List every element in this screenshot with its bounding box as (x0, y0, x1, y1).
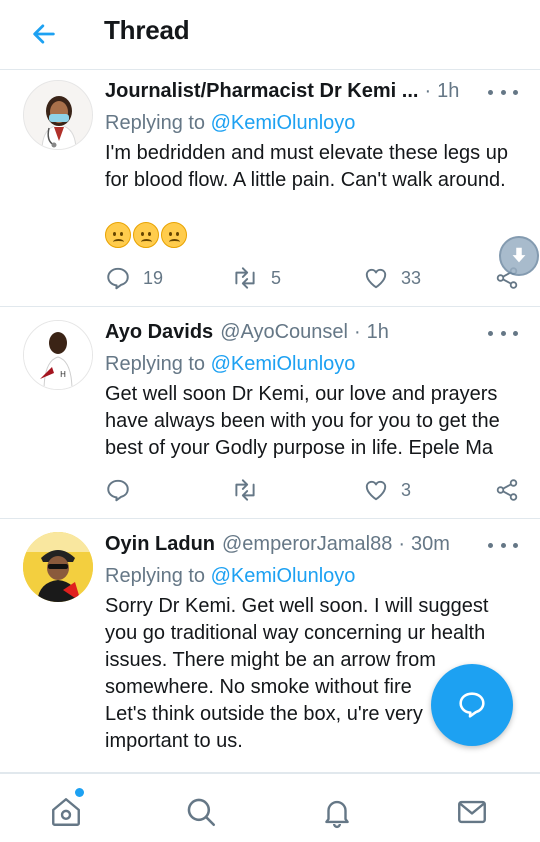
tweet-time[interactable]: 1h (367, 321, 389, 344)
replying-to-label: Replying to (105, 353, 206, 375)
tweet-header: Journalist/Pharmacist Dr Kemi ... · 1h (105, 78, 520, 104)
reply-icon (107, 267, 129, 290)
retweet-count: 5 (271, 267, 282, 288)
nav-search[interactable] (183, 794, 219, 830)
separator-dot: · (398, 532, 406, 555)
arrow-left-icon (33, 24, 55, 44)
page-title: Thread (104, 15, 190, 45)
more-icon-dot (488, 330, 493, 336)
top-bar: Thread (0, 0, 540, 70)
more-icon-dot (500, 89, 506, 95)
avatar[interactable]: H (23, 320, 93, 390)
like-button[interactable]: 33 (363, 263, 421, 293)
author-handle[interactable]: @AyoCounsel (220, 321, 348, 344)
frowning-face-icon (133, 222, 159, 248)
mention-link[interactable]: @KemiOlunloyo (211, 353, 356, 375)
svg-text:H: H (60, 370, 66, 379)
author-name[interactable]: Journalist/Pharmacist Dr Kemi ... (105, 80, 418, 103)
mention-link[interactable]: @KemiOlunloyo (211, 565, 356, 587)
author-name[interactable]: Ayo Davids (105, 321, 213, 344)
replying-to: Replying to @KemiOlunloyo (105, 112, 355, 135)
reply-button[interactable] (105, 475, 131, 505)
person-avatar-icon: H (24, 321, 92, 389)
download-icon (512, 247, 526, 263)
more-icon-dot (488, 542, 493, 548)
more-icon-dot (513, 89, 518, 95)
more-button[interactable] (488, 535, 518, 555)
frowning-face-icon (161, 222, 187, 248)
tweet-header: Ayo Davids @AyoCounsel · 1h (105, 319, 520, 345)
avatar[interactable] (23, 532, 93, 602)
reply-icon (107, 479, 129, 502)
retweet-icon (235, 479, 255, 501)
more-icon-dot (513, 542, 518, 548)
tweet-text: Get well soon Dr Kemi, our love and pray… (105, 383, 500, 459)
nav-notifications[interactable] (319, 794, 355, 830)
compose-reply-button[interactable] (431, 664, 513, 746)
tweet-text-line: you go traditional way concerning ur hea… (105, 622, 486, 644)
replying-to-label: Replying to (105, 565, 206, 587)
more-button[interactable] (488, 323, 518, 343)
share-icon (496, 479, 518, 501)
separator-dot: · (353, 320, 361, 343)
retweet-icon (235, 267, 255, 289)
tweet[interactable]: Journalist/Pharmacist Dr Kemi ... · 1h R… (0, 70, 540, 307)
tweet-actions: 19 5 33 (105, 263, 520, 293)
avatar[interactable] (23, 80, 93, 150)
doctor-avatar-icon (24, 81, 92, 149)
more-icon-dot (500, 330, 506, 336)
new-activity-dot (75, 788, 84, 797)
reply-button[interactable]: 19 (105, 263, 163, 293)
home-icon (52, 798, 80, 826)
emoji-row (105, 222, 187, 248)
reply-count: 19 (143, 267, 164, 288)
mail-icon (458, 800, 486, 824)
replying-to: Replying to @KemiOlunloyo (105, 565, 355, 588)
nav-messages[interactable] (454, 794, 490, 830)
bell-icon (325, 800, 349, 829)
more-button[interactable] (488, 82, 518, 102)
back-button[interactable] (28, 18, 60, 50)
person-avatar-icon (23, 532, 93, 602)
heart-icon (365, 268, 387, 289)
search-icon (187, 798, 216, 827)
replying-to: Replying to @KemiOlunloyo (105, 353, 355, 376)
tweet-actions: 3 (105, 475, 520, 505)
like-count: 33 (401, 267, 422, 288)
separator-dot: · (424, 79, 432, 102)
more-icon-dot (500, 542, 506, 548)
tweet-time[interactable]: 1h (437, 80, 459, 103)
author-handle[interactable]: @emperorJamal88 (222, 533, 392, 556)
mention-link[interactable]: @KemiOlunloyo (211, 112, 356, 134)
author-name[interactable]: Oyin Ladun (105, 533, 215, 556)
retweet-button[interactable]: 5 (231, 263, 281, 293)
nav-home[interactable] (48, 794, 84, 830)
bottom-navigation (0, 773, 540, 842)
like-count: 3 (401, 479, 412, 500)
download-button[interactable] (499, 236, 539, 276)
tweet[interactable]: H Ayo Davids @AyoCounsel · 1h Replying t… (0, 307, 540, 519)
more-icon-dot (488, 89, 493, 95)
tweet-header: Oyin Ladun @emperorJamal88 · 30m (105, 531, 520, 557)
replying-to-label: Replying to (105, 112, 206, 134)
compose-reply-icon (459, 692, 485, 718)
retweet-button[interactable] (231, 475, 259, 505)
tweet-time[interactable]: 30m (411, 533, 450, 556)
tweet-text: I'm bedridden and must elevate these leg… (105, 142, 508, 191)
like-button[interactable]: 3 (363, 475, 411, 505)
heart-icon (365, 480, 387, 501)
tweet-text-line: Sorry Dr Kemi. Get well soon. I will sug… (105, 595, 489, 617)
share-button[interactable] (494, 475, 520, 505)
frowning-face-icon (105, 222, 131, 248)
more-icon-dot (513, 330, 518, 336)
